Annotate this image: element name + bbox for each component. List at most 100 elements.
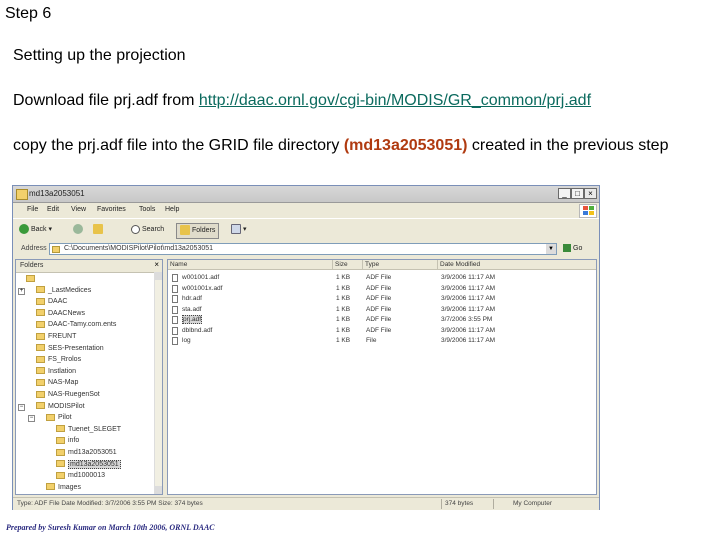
address-bar: Address C:\Documents\MODISPilot\Pilot\md… <box>13 241 599 258</box>
folder-tree-item[interactable]: Tuenet_SLEGET <box>56 425 121 435</box>
file-row[interactable]: w001001x.adf 1 KB ADF File 3/9/2006 11:17 A… <box>168 284 596 294</box>
chevron-down-icon[interactable]: ▼ <box>546 244 556 254</box>
folder-tree-item[interactable]: SES-Presentation <box>36 344 104 354</box>
file-size: 1 KB <box>336 274 351 281</box>
folder-tree-item[interactable]: FREUNT <box>36 332 76 342</box>
folder-tree-item[interactable]: Pilot <box>46 413 72 423</box>
folder-tree-item[interactable]: md13a2053051 <box>56 448 117 458</box>
file-type: ADF File <box>366 284 392 292</box>
folder-tree-label: FREUNT <box>48 333 77 340</box>
folder-icon <box>36 379 45 387</box>
footer-credit: Prepared by Suresh Kumar on March 10th 2… <box>6 523 215 532</box>
file-icon <box>172 274 178 282</box>
menu-help[interactable]: Help <box>165 206 179 213</box>
folder-icon <box>36 367 45 375</box>
folder-tree-item[interactable]: Instlation <box>36 367 76 377</box>
folder-tree-label: Tuenet_SLEGET <box>68 425 122 433</box>
close-icon[interactable]: × <box>154 260 159 269</box>
scroll-down-button[interactable] <box>155 486 162 494</box>
folder-tree-item[interactable]: md1000013 <box>56 471 105 481</box>
folder-tree-item[interactable]: DAACNews <box>36 309 85 319</box>
folders-icon <box>180 225 190 236</box>
menu-view[interactable]: View <box>71 206 86 213</box>
column-header-date-modified[interactable]: Date Modified <box>438 260 596 270</box>
column-header-size[interactable]: Size <box>333 260 363 270</box>
menu-bar: File Edit View Favorites Tools Help <box>13 203 599 218</box>
folder-tree-item[interactable]: info <box>56 436 79 446</box>
file-date: 3/9/2006 11:17 AM <box>441 305 496 313</box>
close-button[interactable]: × <box>584 188 597 199</box>
folder-tree-label: DAAC-Tamy.com.ents <box>48 321 117 329</box>
back-button[interactable]: Back ▾ <box>19 223 52 237</box>
file-type: ADF File <box>366 274 392 281</box>
folders-pane-header: Folders × <box>16 260 162 273</box>
expand-icon[interactable]: + <box>18 287 25 295</box>
folder-tree-item[interactable]: MODISPilot <box>36 402 85 412</box>
file-row[interactable]: sta.adf 1 KB ADF File 3/9/2006 11:17 AM <box>168 305 596 315</box>
file-date: 3/9/2006 11:17 AM <box>441 295 496 302</box>
minimize-button[interactable]: _ <box>558 188 571 199</box>
folder-icon <box>36 355 45 363</box>
folder-tree-label: DAACNews <box>48 309 85 317</box>
go-label: Go <box>573 244 583 252</box>
folder-icon <box>46 413 55 421</box>
folder-tree-item[interactable]: FS_Rrolos <box>36 355 81 365</box>
menu-edit[interactable]: Edit <box>47 206 59 213</box>
maximize-button[interactable]: □ <box>571 188 584 199</box>
forward-arrow-icon <box>73 224 83 235</box>
chevron-down-icon: ▾ <box>243 226 247 233</box>
file-name: dblbnd.adf <box>182 326 213 334</box>
status-text: Type: ADF File Date Modified: 3/7/2006 3… <box>17 500 203 507</box>
folder-tree-item[interactable]: _LastMedices <box>36 286 91 296</box>
folder-tree-label: md13a2053051 <box>68 449 117 456</box>
up-folder-button[interactable] <box>93 223 105 237</box>
folder-tree-item[interactable]: NAS-RuegenSot <box>36 390 100 400</box>
folder-icon <box>56 448 65 456</box>
folders-button[interactable]: Folders <box>176 223 220 239</box>
file-icon <box>172 284 178 293</box>
file-row[interactable]: prj.adf 1 KB ADF File 3/7/2006 3:55 PM <box>168 315 596 325</box>
folder-icon <box>56 425 65 433</box>
views-button[interactable]: ▾ <box>231 223 247 237</box>
file-row[interactable]: log 1 KB File 3/9/2006 11:17 AM <box>168 336 596 346</box>
folder-tree-item[interactable]: Images <box>46 483 81 493</box>
file-list: Name Size Type Date Modified w001001.adf… <box>167 259 597 495</box>
folder-tree-item[interactable]: NAS-Map <box>36 378 78 388</box>
file-row[interactable]: w001001.adf 1 KB ADF File 3/9/2006 11:17 AM <box>168 273 596 283</box>
go-button[interactable]: Go <box>563 244 582 252</box>
folder-tree-label: md13a2053051 <box>68 459 121 469</box>
folders-scrollbar[interactable] <box>154 272 162 494</box>
folder-tree-item[interactable] <box>26 274 38 284</box>
folder-tree-label: NAS-Map <box>48 379 79 387</box>
forward-button[interactable] <box>73 223 85 237</box>
address-input[interactable]: C:\Documents\MODISPilot\Pilot\md13a20530… <box>49 243 557 255</box>
collapse-icon[interactable]: − <box>18 403 25 411</box>
file-type: File <box>366 337 377 344</box>
file-name: prj.adf <box>182 315 203 324</box>
menu-tools[interactable]: Tools <box>139 206 155 213</box>
column-header-type[interactable]: Type <box>363 260 438 270</box>
menu-favorites[interactable]: Favorites <box>97 206 126 213</box>
folder-tree-item[interactable]: md13a2053051 <box>56 459 121 470</box>
folder-tree-item[interactable]: DAAC <box>36 297 67 307</box>
file-icon <box>172 295 178 303</box>
file-size: 1 KB <box>336 316 351 323</box>
menu-file[interactable]: File <box>27 206 38 213</box>
folder-tree-label: _LastMedices <box>48 286 92 294</box>
collapse-icon[interactable]: − <box>28 415 35 423</box>
folder-tree-item[interactable]: DAAC-Tamy.com.ents <box>36 320 116 330</box>
step-heading: Step 6 <box>5 5 52 22</box>
folder-icon <box>36 321 45 329</box>
title-bar[interactable]: md13a2053051 _ □ × <box>13 186 599 203</box>
search-button[interactable]: Search <box>131 223 164 237</box>
column-header-name[interactable]: Name <box>168 260 333 270</box>
folder-icon <box>16 189 28 200</box>
file-row[interactable]: dblbnd.adf 1 KB ADF File 3/9/2006 11:17 AM <box>168 326 596 336</box>
prj-download-link[interactable]: http://daac.ornl.gov/cgi-bin/MODIS/GR_co… <box>199 92 591 109</box>
folder-icon <box>36 344 45 352</box>
address-label: Address <box>21 245 47 252</box>
scroll-up-button[interactable] <box>155 272 162 280</box>
file-row[interactable]: hdr.adf 1 KB ADF File 3/9/2006 11:17 AM <box>168 294 596 304</box>
search-icon <box>131 224 140 234</box>
file-date: 3/9/2006 11:17 AM <box>441 284 496 292</box>
